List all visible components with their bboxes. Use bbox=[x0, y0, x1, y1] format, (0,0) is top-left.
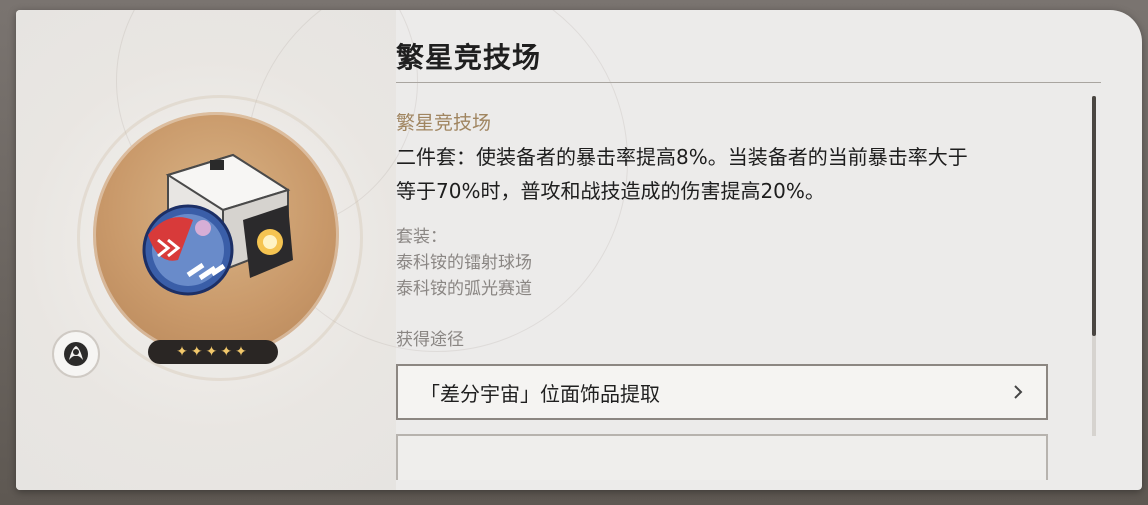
source-button[interactable]: 「差分宇宙」位面饰品提取 bbox=[396, 364, 1048, 420]
source-button-label: 「差分宇宙」位面饰品提取 bbox=[420, 381, 660, 406]
chevron-right-icon bbox=[1014, 385, 1023, 399]
set-name-heading: 繁星竞技场 bbox=[396, 112, 492, 134]
scrollbar-thumb[interactable] bbox=[1092, 96, 1096, 336]
set-pieces-label: 套装： bbox=[396, 227, 447, 247]
relic-title: 繁星竞技场 bbox=[396, 41, 542, 74]
effect-line: 等于70%时，普攻和战技造成的伤害提高20%。 bbox=[396, 179, 825, 203]
effect-line: 二件套：使装备者的暴击率提高8%。当装备者的当前暴击率大于 bbox=[396, 145, 968, 169]
obtain-label: 获得途径 bbox=[396, 330, 464, 350]
set-piece-item: 泰科铵的弧光赛道 bbox=[396, 279, 532, 299]
path-glyph-icon bbox=[64, 342, 88, 366]
source-button-partial[interactable] bbox=[396, 434, 1048, 480]
relic-image bbox=[142, 153, 293, 296]
title-divider bbox=[396, 82, 1101, 83]
set-effect-description: 二件套：使装备者的暴击率提高8%。当装备者的当前暴击率大于 等于70%时，普攻和… bbox=[396, 140, 1086, 208]
rarity-stars: ✦✦✦✦✦ bbox=[148, 340, 278, 364]
destruction-path-icon[interactable] bbox=[52, 330, 100, 378]
set-piece-item: 泰科铵的镭射球场 bbox=[396, 253, 532, 273]
